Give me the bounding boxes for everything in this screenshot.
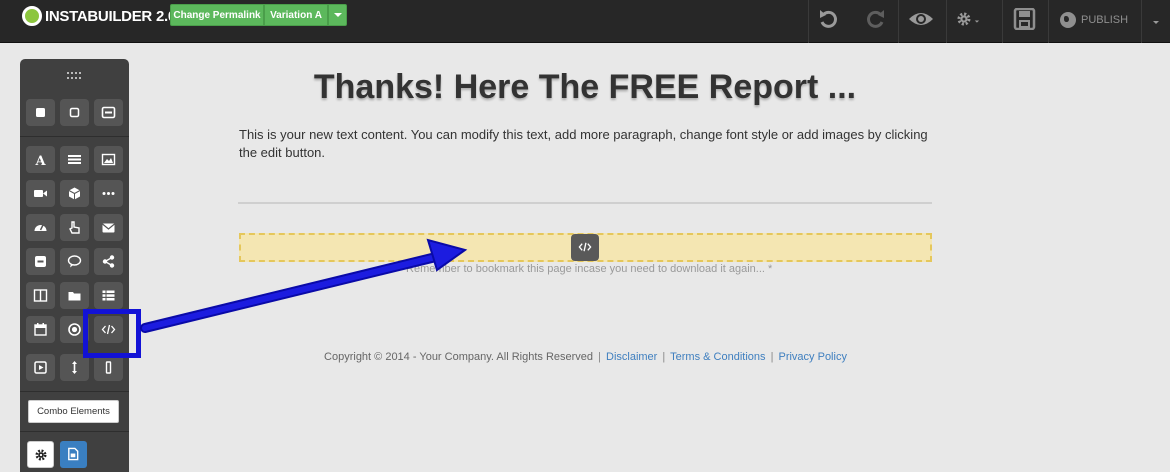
panel-divider <box>20 431 129 432</box>
code-element-badge[interactable] <box>571 234 599 261</box>
combo-elements-button[interactable]: Combo Elements <box>28 400 119 423</box>
publish-button[interactable]: PUBLISH <box>1060 8 1128 32</box>
lines-icon <box>68 155 81 164</box>
envelope-icon <box>102 223 115 233</box>
footer: Copyright © 2014 - Your Company. All Rig… <box>324 351 847 363</box>
paragraph-tool[interactable] <box>60 146 89 173</box>
preview-eye-icon[interactable] <box>908 8 934 30</box>
undo-icon[interactable] <box>816 8 842 30</box>
logo-gear-icon <box>22 6 42 26</box>
tabs-tool[interactable] <box>60 282 89 309</box>
top-toolbar: INSTABUILDER 2.0 Change Permalink Variati… <box>0 0 1170 43</box>
container-tool[interactable] <box>26 248 55 275</box>
page-settings-button[interactable] <box>27 441 54 468</box>
video-tool[interactable] <box>26 180 55 207</box>
button-tool[interactable] <box>60 214 89 241</box>
svg-text:A: A <box>35 154 47 167</box>
save-floppy-icon[interactable] <box>1012 8 1038 30</box>
comments-tool[interactable] <box>60 248 89 275</box>
image-icon <box>101 153 116 166</box>
toolbar-divider <box>1141 0 1142 43</box>
square-filled-icon <box>36 108 45 117</box>
document-icon <box>68 447 79 461</box>
logo: INSTABUILDER 2.0 <box>22 6 176 26</box>
panel-divider <box>20 391 129 392</box>
list-tool[interactable] <box>94 282 123 309</box>
terms-link[interactable]: Terms & Conditions <box>670 351 765 363</box>
privacy-link[interactable]: Privacy Policy <box>778 351 846 363</box>
logo-text: INSTABUILDER <box>45 7 152 25</box>
drag-handle-icon[interactable] <box>67 71 82 81</box>
change-permalink-button[interactable]: Change Permalink <box>170 4 264 26</box>
cube-icon <box>68 187 81 200</box>
video-camera-icon <box>34 190 47 197</box>
countdown-tool[interactable] <box>26 214 55 241</box>
media-tool[interactable] <box>26 354 55 381</box>
ellipsis-icon <box>102 192 115 195</box>
separator-tool[interactable] <box>94 180 123 207</box>
copyright-text: Copyright © 2014 - Your Company. All Rig… <box>324 351 594 363</box>
elements-panel: A Combo Elements <box>20 59 129 472</box>
variation-button[interactable]: Variation A <box>264 4 328 26</box>
publish-label: PUBLISH <box>1081 14 1129 26</box>
panel-divider <box>20 136 129 137</box>
calendar-tool[interactable] <box>26 316 55 343</box>
highlight-box-annotation <box>83 309 141 358</box>
bookmark-reminder: * Remember to bookmark this page incase … <box>398 263 773 275</box>
social-share-tool[interactable] <box>94 248 123 275</box>
window-icon <box>101 106 116 119</box>
toolbar-divider <box>946 0 947 43</box>
share-icon <box>102 255 115 268</box>
speech-bubble-icon <box>67 255 82 268</box>
toolbar-divider <box>1002 0 1003 43</box>
redo-icon[interactable] <box>862 8 888 30</box>
optin-form-tool[interactable] <box>94 214 123 241</box>
text-paragraph[interactable]: This is your new text content. You can m… <box>239 126 931 162</box>
calendar-icon <box>34 323 47 336</box>
spacer-tool[interactable] <box>60 354 89 381</box>
vertical-bar-icon <box>105 361 112 374</box>
full-section-tool[interactable] <box>94 99 123 126</box>
toolbar-divider <box>898 0 899 43</box>
divider-tool[interactable] <box>94 354 123 381</box>
text-tool[interactable]: A <box>26 146 55 173</box>
disclaimer-link[interactable]: Disclaimer <box>606 351 657 363</box>
code-icon <box>578 242 592 252</box>
vertical-arrows-icon <box>72 361 77 374</box>
gear-icon <box>35 449 47 461</box>
variation-dropdown-button[interactable] <box>328 4 347 26</box>
toolbar-divider <box>808 0 809 43</box>
folder-icon <box>68 292 81 301</box>
publish-dropdown-icon[interactable] <box>1144 8 1170 30</box>
page-headline[interactable]: Thanks! Here The FREE Report ... <box>238 68 932 107</box>
caret-down-icon <box>333 13 342 18</box>
play-square-icon <box>34 361 47 374</box>
list-icon <box>102 290 115 301</box>
page-templates-button[interactable] <box>60 441 87 468</box>
font-letter-icon: A <box>35 154 47 167</box>
square-outline-icon <box>69 107 80 118</box>
box-tool[interactable] <box>60 180 89 207</box>
image-tool[interactable] <box>94 146 123 173</box>
dashboard-gauge-icon <box>34 224 47 231</box>
settings-gear-icon[interactable] <box>956 8 982 30</box>
dot-circle-icon <box>68 323 81 336</box>
columns-tool[interactable] <box>26 282 55 309</box>
horizontal-divider <box>238 202 932 204</box>
wide-section-tool[interactable] <box>26 99 55 126</box>
toolbar-divider <box>1048 0 1049 43</box>
hand-pointer-icon <box>69 221 80 234</box>
box-section-tool[interactable] <box>60 99 89 126</box>
globe-icon <box>1060 12 1076 28</box>
columns-icon <box>33 289 48 302</box>
minus-square-icon <box>35 256 46 267</box>
